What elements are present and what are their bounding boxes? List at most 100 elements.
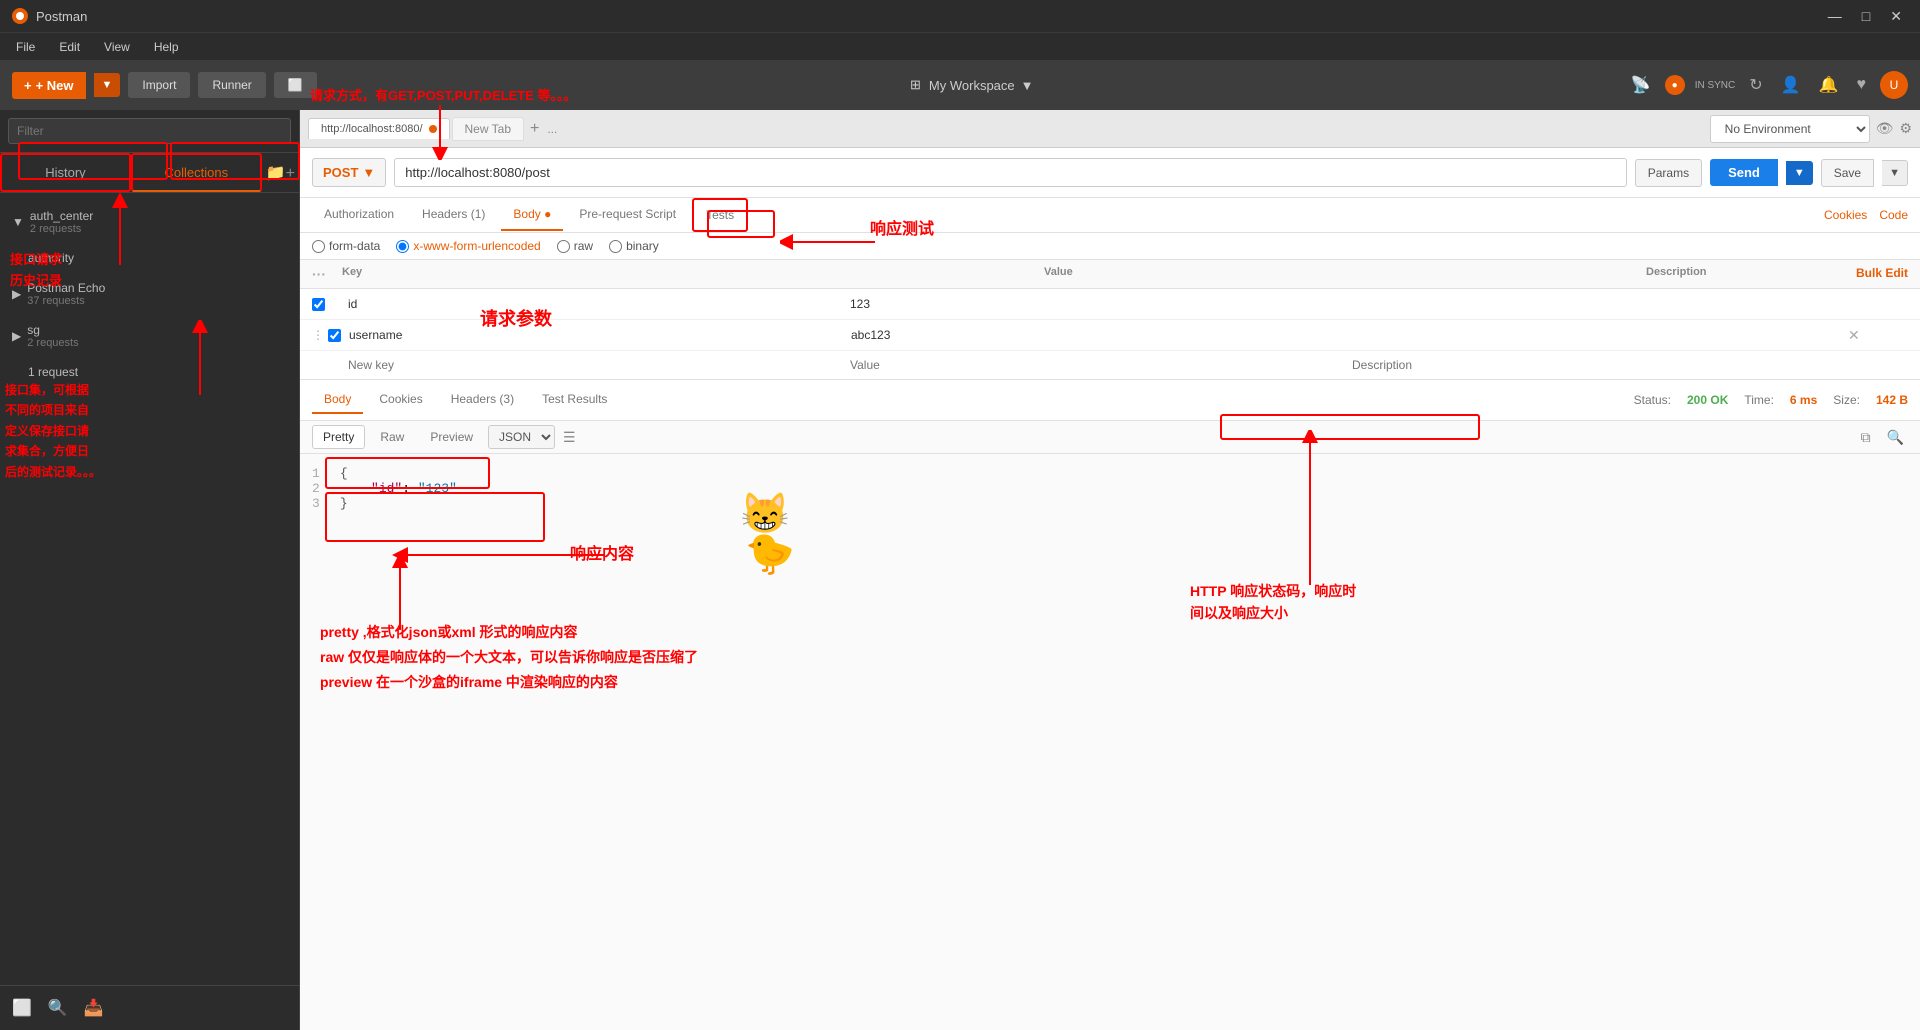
code-line-2: 2 "id": "123": [312, 481, 1908, 496]
tab-preview[interactable]: Preview: [419, 425, 484, 449]
option-raw[interactable]: raw: [557, 239, 593, 253]
tab-authorization[interactable]: Authorization: [312, 199, 406, 231]
save-dropdown-button[interactable]: ▼: [1882, 160, 1908, 186]
menu-edit[interactable]: Edit: [55, 38, 84, 56]
menu-file[interactable]: File: [12, 38, 39, 56]
list-item[interactable]: ▶ sg 2 requests: [0, 315, 299, 357]
builder-button[interactable]: ⬜: [274, 72, 317, 98]
send-dropdown-button[interactable]: ▼: [1786, 161, 1813, 185]
row2-value-input[interactable]: [844, 324, 1346, 346]
tab-tests[interactable]: Tests: [692, 198, 748, 232]
row2-key-input[interactable]: [342, 324, 844, 346]
tab-new[interactable]: New Tab: [452, 117, 524, 141]
avatar[interactable]: U: [1880, 71, 1908, 99]
list-item[interactable]: ▶ Postman Echo 37 requests: [0, 273, 299, 315]
search-icon-btn[interactable]: 🔍: [44, 994, 72, 1022]
send-button[interactable]: Send: [1710, 159, 1778, 186]
row2-checkbox[interactable]: [328, 329, 341, 342]
tab-pretty[interactable]: Pretty: [312, 425, 365, 449]
runner-button[interactable]: Runner: [198, 72, 265, 98]
radio-form-data[interactable]: [312, 240, 325, 253]
option-urlencoded[interactable]: x-www-form-urlencoded: [396, 239, 540, 253]
new-dropdown-button[interactable]: ▼: [94, 73, 121, 97]
save-button[interactable]: Save: [1821, 159, 1874, 187]
maximize-button[interactable]: □: [1856, 6, 1876, 27]
filter-icon-btn[interactable]: ☰: [559, 427, 580, 448]
row1-checkbox[interactable]: [312, 298, 325, 311]
heart-icon-btn[interactable]: ♥: [1853, 72, 1871, 98]
tab-headers-resp[interactable]: Headers (3): [439, 386, 526, 414]
params-table: ··· Key Value Description Bulk Edit id 1…: [300, 260, 1920, 380]
binary-label: binary: [626, 239, 659, 253]
env-eye-button[interactable]: 👁: [1876, 120, 1894, 137]
tab-headers-resp-label: Headers (3): [451, 392, 514, 406]
tab-request[interactable]: http://localhost:8080/: [308, 118, 450, 139]
search-resp-btn[interactable]: 🔍: [1883, 427, 1908, 448]
env-gear-button[interactable]: ⚙: [1899, 120, 1912, 137]
url-input[interactable]: [394, 158, 1626, 187]
tab-history[interactable]: History: [0, 153, 131, 192]
item-info: authority: [28, 251, 74, 265]
add-tab-button[interactable]: +: [526, 116, 543, 142]
new-collection-btn[interactable]: 📁+: [262, 153, 299, 192]
user-icon-btn[interactable]: 👤: [1777, 71, 1805, 99]
tab-cookies-resp[interactable]: Cookies: [367, 386, 434, 414]
row2-delete-button[interactable]: ✕: [1848, 327, 1860, 344]
list-item[interactable]: authority: [0, 243, 299, 273]
json-brace-open: {: [340, 466, 348, 481]
list-item[interactable]: ▼ auth_center 2 requests: [0, 201, 299, 243]
refresh-icon-btn[interactable]: ↻: [1745, 71, 1766, 99]
row1-key: id: [342, 293, 844, 315]
tab-pre-request[interactable]: Pre-request Script: [567, 199, 688, 231]
minimize-button[interactable]: —: [1822, 6, 1848, 27]
in-sync-button[interactable]: IN SYNC: [1695, 80, 1736, 91]
new-row-check: [312, 355, 342, 375]
layout-icon-btn[interactable]: ⬜: [8, 994, 36, 1022]
tab-body-resp[interactable]: Body: [312, 386, 363, 414]
list-item[interactable]: 1 request: [0, 357, 299, 387]
item-name: authority: [28, 251, 74, 265]
new-key-input[interactable]: [342, 355, 844, 375]
radio-raw[interactable]: [557, 240, 570, 253]
tab-body[interactable]: Body ●: [501, 199, 563, 231]
menu-view[interactable]: View: [100, 38, 134, 56]
params-button[interactable]: Params: [1635, 159, 1702, 187]
cookies-link[interactable]: Cookies: [1824, 208, 1867, 222]
workspace-button[interactable]: My Workspace ▼: [929, 78, 1034, 93]
menu-help[interactable]: Help: [150, 38, 183, 56]
option-binary[interactable]: binary: [609, 239, 659, 253]
item-info: auth_center 2 requests: [30, 209, 93, 235]
bulk-edit-link[interactable]: Bulk Edit: [1848, 266, 1908, 282]
item-name: auth_center: [30, 209, 93, 223]
option-form-data[interactable]: form-data: [312, 239, 380, 253]
toolbar-center: ⊞ My Workspace ▼: [325, 77, 1619, 93]
app-title: Postman: [36, 9, 87, 24]
titlebar: Postman — □ ✕: [0, 0, 1920, 32]
import-button[interactable]: Import: [128, 72, 190, 98]
code-link[interactable]: Code: [1879, 208, 1908, 222]
bell-icon-btn[interactable]: 🔔: [1815, 71, 1843, 99]
params-header: ··· Key Value Description Bulk Edit: [300, 260, 1920, 289]
new-value-input[interactable]: [844, 355, 1346, 375]
new-desc-input[interactable]: [1346, 355, 1848, 375]
tab-headers[interactable]: Headers (1): [410, 199, 497, 231]
import-sidebar-btn[interactable]: 📥: [80, 994, 108, 1022]
sidebar-actions: ⬜ 🔍 📥: [0, 985, 299, 1030]
tab-collections[interactable]: Collections: [131, 153, 262, 192]
radio-binary[interactable]: [609, 240, 622, 253]
row2-desc-input[interactable]: [1346, 324, 1848, 346]
tab-test-results[interactable]: Test Results: [530, 386, 619, 414]
new-button[interactable]: + + New: [12, 72, 86, 99]
more-tabs-button[interactable]: ...: [543, 118, 561, 140]
tab-raw[interactable]: Raw: [369, 425, 415, 449]
method-select[interactable]: POST ▼: [312, 158, 386, 187]
environment-select[interactable]: No Environment: [1710, 115, 1870, 143]
grid-icon: ⊞: [910, 77, 921, 93]
filter-input[interactable]: [8, 118, 291, 144]
format-select[interactable]: JSON: [488, 425, 555, 449]
copy-icon-btn[interactable]: ⧉: [1857, 427, 1875, 448]
in-sync-label: IN SYNC: [1695, 80, 1736, 91]
close-button[interactable]: ✕: [1884, 6, 1908, 27]
radio-urlencoded[interactable]: [396, 240, 409, 253]
satellite-icon-btn[interactable]: 📡: [1627, 71, 1655, 99]
